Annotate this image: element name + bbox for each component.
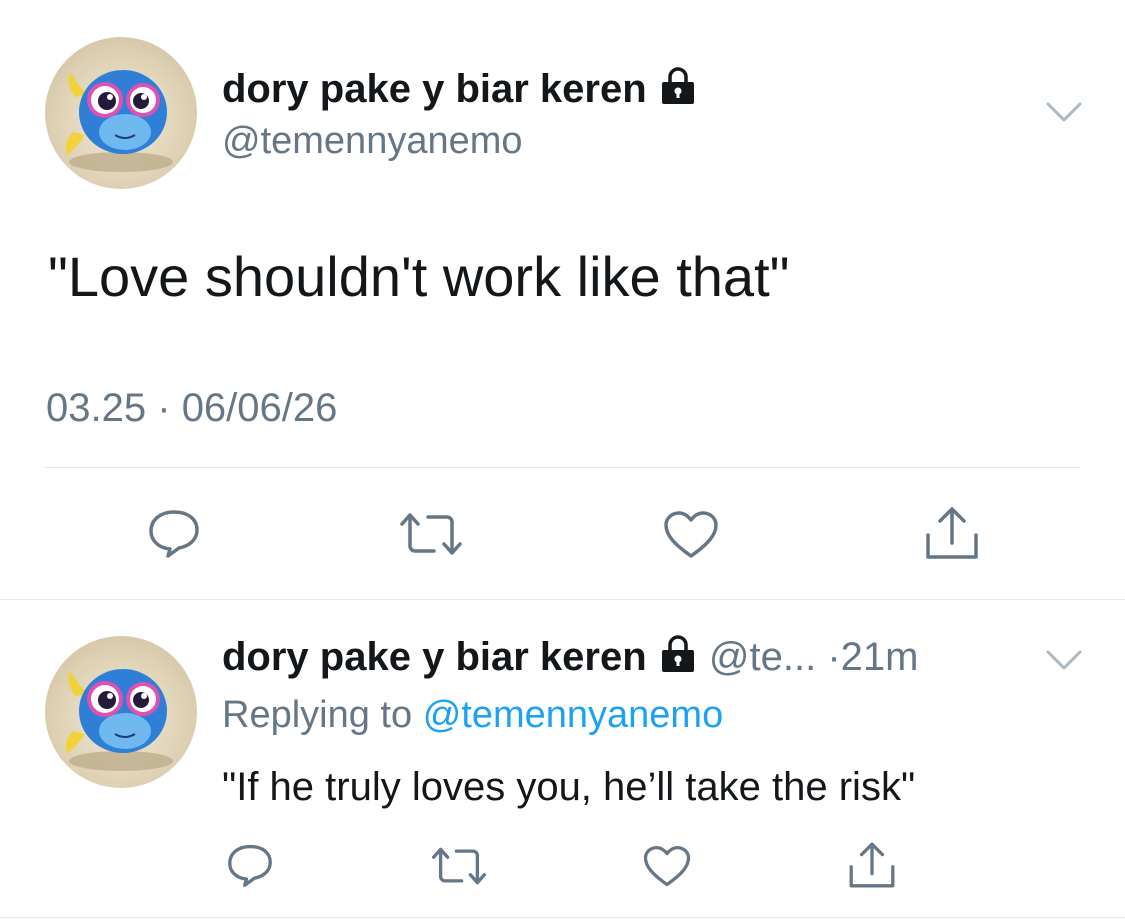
- display-name[interactable]: dory pake y biar keren: [222, 66, 698, 116]
- reply-display-name[interactable]: dory pake y biar keren: [222, 635, 647, 679]
- replying-to: Replying to @temennyanemo: [222, 692, 723, 738]
- like-button[interactable]: [642, 845, 692, 888]
- display-name-text: dory pake y biar keren: [222, 67, 647, 111]
- reply-icon: [149, 510, 199, 558]
- chevron-down-icon[interactable]: [1044, 100, 1084, 129]
- reply-time-ago[interactable]: 21m: [841, 635, 919, 679]
- tweet-text: "Love shouldn't work like that": [48, 245, 790, 308]
- retweet-button[interactable]: [430, 845, 488, 887]
- meta-separator: ·: [827, 635, 841, 679]
- avatar[interactable]: [45, 37, 197, 189]
- retweet-icon: [400, 513, 462, 555]
- reply-avatar[interactable]: [45, 636, 197, 788]
- share-icon: [926, 507, 978, 559]
- reply-text: "If he truly loves you, he’ll take the r…: [222, 765, 916, 809]
- reply-button[interactable]: [225, 843, 275, 887]
- reply-button[interactable]: [146, 508, 202, 558]
- like-button[interactable]: [662, 510, 720, 560]
- share-button[interactable]: [922, 505, 982, 561]
- retweet-button[interactable]: [398, 510, 464, 558]
- dory-avatar-image: [65, 669, 173, 771]
- divider: [44, 467, 1080, 468]
- reply-icon: [228, 844, 272, 887]
- replying-to-label: Replying to: [222, 694, 413, 736]
- reply-handle[interactable]: @te...: [709, 635, 816, 679]
- tweet-time: 03.25: [46, 386, 147, 430]
- replying-to-handle-link[interactable]: @temennyanemo: [423, 694, 724, 736]
- heart-icon: [664, 511, 718, 558]
- share-icon: [849, 842, 895, 888]
- user-handle[interactable]: @temennyanemo: [222, 119, 523, 163]
- retweet-icon: [431, 847, 487, 885]
- share-button[interactable]: [846, 840, 898, 890]
- section-divider: [0, 599, 1125, 600]
- dory-avatar-image: [65, 70, 173, 172]
- meta-separator: ·: [157, 386, 171, 430]
- heart-icon: [643, 845, 691, 887]
- lock-icon: [658, 66, 698, 116]
- tweet-timestamp[interactable]: 03.25 · 06/06/26: [46, 385, 337, 431]
- bottom-divider: [0, 917, 1125, 918]
- lock-icon: [658, 634, 698, 685]
- tweet-date: 06/06/26: [181, 386, 338, 430]
- reply-header: dory pake y biar keren @te... ·21m: [222, 633, 918, 685]
- chevron-down-icon[interactable]: [1044, 648, 1084, 677]
